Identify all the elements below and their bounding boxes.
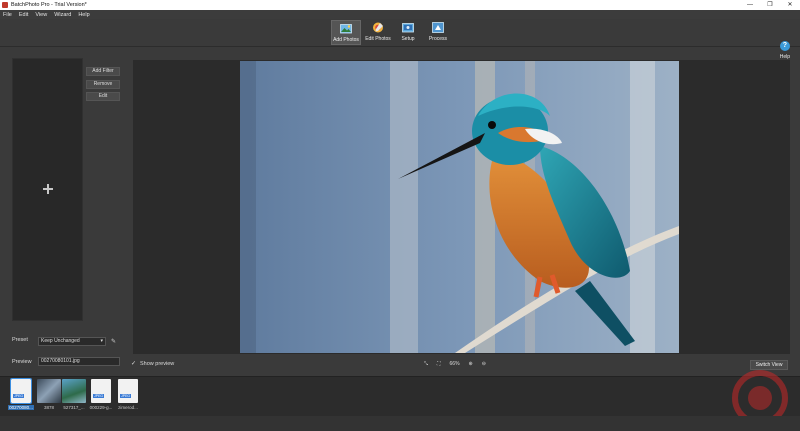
thumbnail-item[interactable]: 00270080... (8, 378, 34, 410)
edit-button[interactable]: Edit (86, 92, 120, 101)
menu-file[interactable]: File (3, 12, 12, 18)
chevron-down-icon: ▾ (100, 338, 103, 344)
zoom-percent: 66% (449, 361, 460, 367)
thumbnail-caption: 000229-g... (89, 405, 113, 410)
thumbnail-item[interactable]: zimerod... (115, 379, 141, 410)
edit-photos-label: Edit Photos (365, 36, 391, 42)
minimize-button[interactable]: — (740, 0, 760, 10)
window-controls: — ❐ ✕ (740, 0, 800, 10)
add-plus-icon[interactable] (43, 184, 53, 194)
preset-select[interactable]: Keep Unchanged ▾ (38, 337, 106, 346)
jpeg-file-icon (91, 379, 111, 403)
process-icon (432, 22, 444, 33)
zoom-out-icon[interactable]: ⊖ (482, 361, 486, 367)
edit-photos-icon (372, 22, 384, 33)
filter-list-panel[interactable] (12, 58, 83, 321)
preview-image (240, 61, 679, 353)
jpeg-file-icon (10, 378, 32, 404)
setup-button[interactable]: Setup (393, 20, 423, 45)
jpeg-file-icon (118, 379, 138, 403)
switch-view-button[interactable]: Switch View (750, 360, 788, 370)
add-photos-icon (340, 23, 352, 34)
preset-value: Keep Unchanged (41, 338, 80, 344)
edit-preset-icon[interactable]: ✎ (111, 338, 116, 345)
close-button[interactable]: ✕ (780, 0, 800, 10)
preset-row: Preset (12, 337, 28, 343)
show-preview-label: Show preview (140, 361, 175, 367)
window-title: BatchPhoto Pro - Trial Version* (11, 2, 87, 8)
fit-to-window-icon[interactable]: ⤡ (424, 361, 428, 367)
help-icon: ? (779, 41, 790, 51)
process-label: Process (428, 36, 448, 42)
thumbnail-caption: 3878 (43, 405, 54, 410)
setup-label: Setup (401, 36, 415, 42)
edit-photos-button[interactable]: Edit Photos (363, 20, 393, 45)
title-bar: BatchPhoto Pro - Trial Version* — ❐ ✕ (0, 0, 800, 10)
maximize-button[interactable]: ❐ (760, 0, 780, 10)
remove-button[interactable]: Remove (86, 80, 120, 89)
thumbnail-item[interactable]: 000229-g... (88, 379, 114, 410)
process-button[interactable]: Process (423, 20, 453, 45)
menu-help[interactable]: Help (78, 12, 89, 18)
add-photos-button[interactable]: Add Photos (331, 20, 361, 45)
thumbnail-caption: 527317_... (63, 405, 85, 410)
checkmark-icon: ✓ (131, 361, 137, 367)
add-photos-label: Add Photos (333, 37, 359, 43)
menu-bar: File Edit View Wizard Help (0, 10, 800, 19)
app-icon (2, 2, 8, 8)
setup-icon (402, 22, 414, 33)
full-size-icon[interactable]: ⛶ (437, 361, 441, 367)
thumbnail-item[interactable]: 3878 (36, 379, 62, 410)
add-filter-button[interactable]: Add Filter (86, 67, 120, 76)
main-toolbar: Add Photos Edit Photos Setup Process ? H… (0, 19, 800, 60)
menu-view[interactable]: View (35, 12, 47, 18)
preview-file-field[interactable]: 00270080101.jpg (38, 357, 120, 366)
thumbnail-caption: 00270080... (8, 405, 34, 410)
thumbnail-caption: zimerod... (118, 405, 138, 410)
zoom-in-icon[interactable]: ⊕ (469, 361, 473, 367)
thumbnail-item[interactable]: 527317_... (61, 379, 87, 410)
thumbnail-strip: 00270080... 3878 527317_... 000229-g... … (0, 376, 800, 416)
menu-edit[interactable]: Edit (19, 12, 28, 18)
photo-thumbnail (37, 379, 61, 403)
help-button[interactable]: ? Help (780, 41, 790, 60)
preset-label: Preset (12, 337, 28, 343)
preview-label: Preview (12, 359, 32, 365)
show-preview-checkbox[interactable]: ✓ Show preview (131, 361, 174, 367)
photo-thumbnail (62, 379, 86, 403)
status-bar (0, 416, 800, 431)
zoom-controls: ⤡ ⛶ 66% ⊕ ⊖ (424, 361, 495, 367)
menu-wizard[interactable]: Wizard (54, 12, 71, 18)
